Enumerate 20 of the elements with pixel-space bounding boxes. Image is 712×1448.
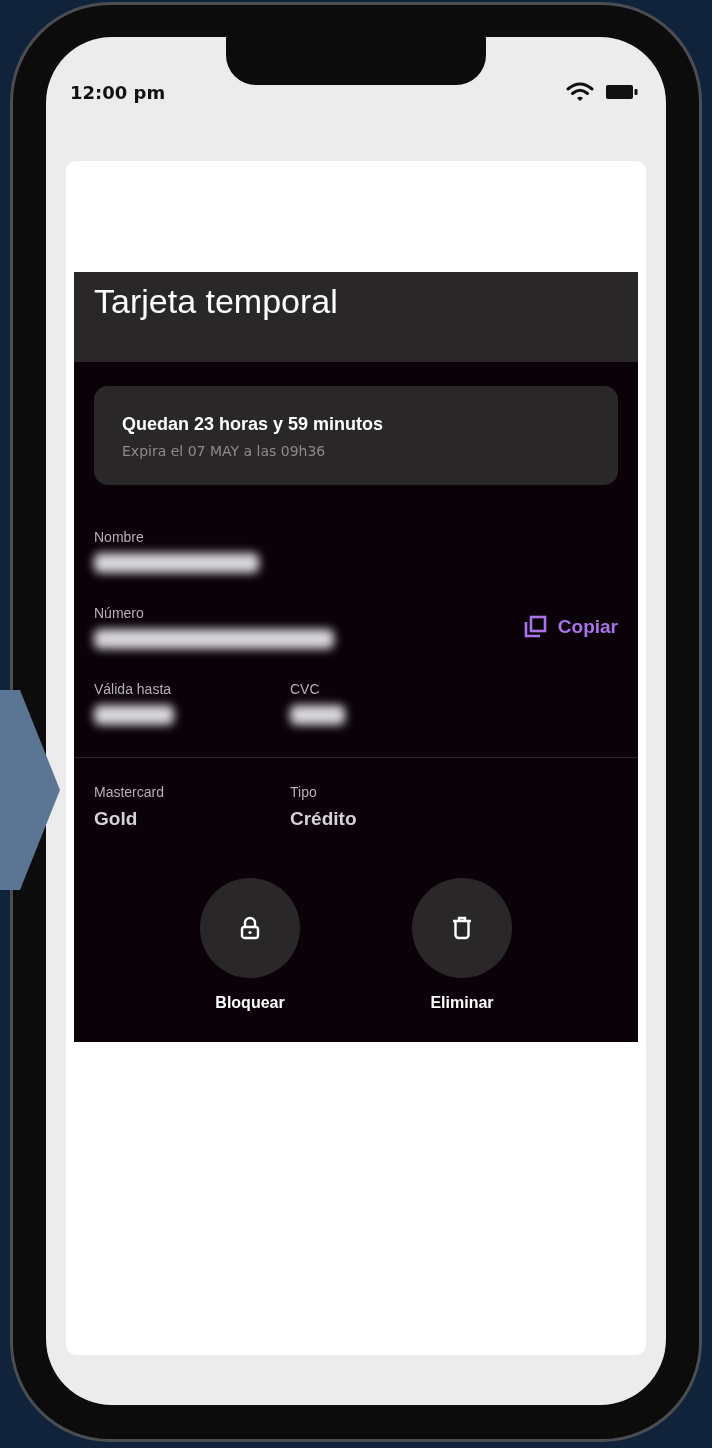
trash-icon	[452, 916, 472, 940]
countdown-subtitle: Expira el 07 MAY a las 09h36	[122, 443, 327, 459]
field-label: Tipo	[290, 784, 318, 800]
field-label: CVC	[290, 681, 321, 697]
action-label: Bloquear	[215, 994, 285, 1012]
page-title: Tarjeta temporal	[94, 282, 338, 321]
countdown-title: Quedan 23 horas y 59 minutos	[122, 414, 385, 435]
copy-button[interactable]: Copiar	[521, 614, 618, 640]
field-value: Crédito	[290, 808, 358, 830]
lock-icon	[240, 916, 260, 940]
field-label: Válida hasta	[94, 681, 173, 697]
wifi-icon	[566, 81, 594, 103]
field-label: Mastercard	[94, 784, 166, 800]
blurred-value	[290, 705, 345, 725]
field-label: Nombre	[94, 529, 145, 545]
status-time: 12:00 pm	[70, 82, 166, 103]
field-label: Número	[94, 605, 145, 621]
battery-icon	[606, 84, 638, 100]
action-label: Eliminar	[430, 994, 494, 1012]
field-value: Gold	[94, 808, 139, 830]
